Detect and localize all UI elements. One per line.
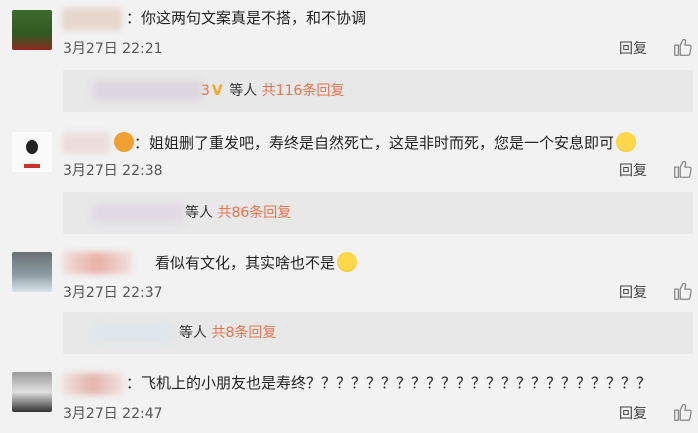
comment-timestamp: 3月27日 22:47 xyxy=(63,406,163,422)
sub-replies-bar[interactable]: 等人 共8条回复 xyxy=(63,312,693,354)
sub-replies-suffix: 等人 xyxy=(179,325,212,341)
sub-replies-bar[interactable]: 3V 等人 共116条回复 xyxy=(63,70,693,112)
reply-button[interactable]: 回复 xyxy=(619,38,647,58)
comment-item: ：姐姐删了重发吧，寿终是自然死亡，这是非时而死，您是一个安息即可 3月27日 2… xyxy=(0,120,698,240)
sub-reply-names-blurred xyxy=(93,203,183,223)
sub-replies-count-link[interactable]: 共116条回复 xyxy=(262,83,345,99)
username-blurred[interactable] xyxy=(62,252,132,274)
wink-emoji-icon xyxy=(337,252,358,272)
sub-replies-name-tail: 3 xyxy=(201,83,210,99)
thumbs-up-icon[interactable] xyxy=(672,36,694,58)
avatar-figure-shoes xyxy=(24,164,40,168)
comment-timestamp: 3月27日 22:37 xyxy=(63,285,163,301)
comment-text-content: 看似有文化，其实啥也不是 xyxy=(155,254,336,272)
comment-timestamp: 3月27日 22:21 xyxy=(63,41,163,57)
sub-replies-count-link[interactable]: 共86条回复 xyxy=(217,205,291,221)
comment-item: ：你这两句文案真是不搭，和不协调 3月27日 22:21 回复 3V 等人 共1… xyxy=(0,0,698,120)
crying-laughing-emoji-icon xyxy=(616,132,637,152)
sub-replies-summary[interactable]: 等人 共8条回复 xyxy=(179,323,276,343)
comment-text: ：姐姐删了重发吧，寿终是自然死亡，这是非时而死，您是一个安息即可 xyxy=(134,132,637,153)
thumbs-up-icon[interactable] xyxy=(672,158,694,180)
comment-text: ：飞机上的小朋友也是寿终？？？？？？？？？？？？？？？？？？？？？？？ xyxy=(126,374,652,392)
sub-replies-bar[interactable]: 等人 共86条回复 xyxy=(63,192,693,234)
avatar[interactable] xyxy=(12,132,52,172)
sub-replies-summary[interactable]: 等人 共86条回复 xyxy=(185,203,291,223)
flag-emoji-icon xyxy=(114,132,134,152)
sub-replies-summary[interactable]: 3V 等人 共116条回复 xyxy=(201,81,344,101)
avatar[interactable] xyxy=(12,372,52,412)
sub-reply-names-blurred xyxy=(93,323,173,343)
sub-replies-suffix: 等人 xyxy=(224,83,262,99)
username-blurred[interactable] xyxy=(62,8,122,30)
sub-replies-count-link[interactable]: 共8条回复 xyxy=(211,325,276,341)
reply-button[interactable]: 回复 xyxy=(619,282,647,302)
avatar[interactable] xyxy=(12,252,52,292)
comment-text: 看似有文化，其实啥也不是 xyxy=(155,252,358,273)
comment-text-content: ：姐姐删了重发吧，寿终是自然死亡，这是非时而死，您是一个安息即可 xyxy=(134,134,615,152)
reply-button[interactable]: 回复 xyxy=(619,403,647,423)
username-blurred[interactable] xyxy=(62,373,124,395)
avatar[interactable] xyxy=(12,10,52,50)
vip-badge-icon: V xyxy=(211,83,223,99)
comment-item: ：飞机上的小朋友也是寿终？？？？？？？？？？？？？？？？？？？？？？？ 3月27… xyxy=(0,360,698,433)
reply-button[interactable]: 回复 xyxy=(619,160,647,180)
avatar-figure xyxy=(26,140,38,154)
comment-timestamp: 3月27日 22:38 xyxy=(63,163,163,179)
sub-replies-suffix: 等人 xyxy=(185,205,218,221)
thumbs-up-icon[interactable] xyxy=(672,280,694,302)
sub-reply-names-blurred xyxy=(93,81,203,101)
username-blurred[interactable] xyxy=(62,132,110,154)
comment-item: 看似有文化，其实啥也不是 3月27日 22:37 回复 等人 共8条回复 xyxy=(0,240,698,360)
comment-text: ：你这两句文案真是不搭，和不协调 xyxy=(126,9,367,27)
thumbs-up-icon[interactable] xyxy=(672,401,694,423)
